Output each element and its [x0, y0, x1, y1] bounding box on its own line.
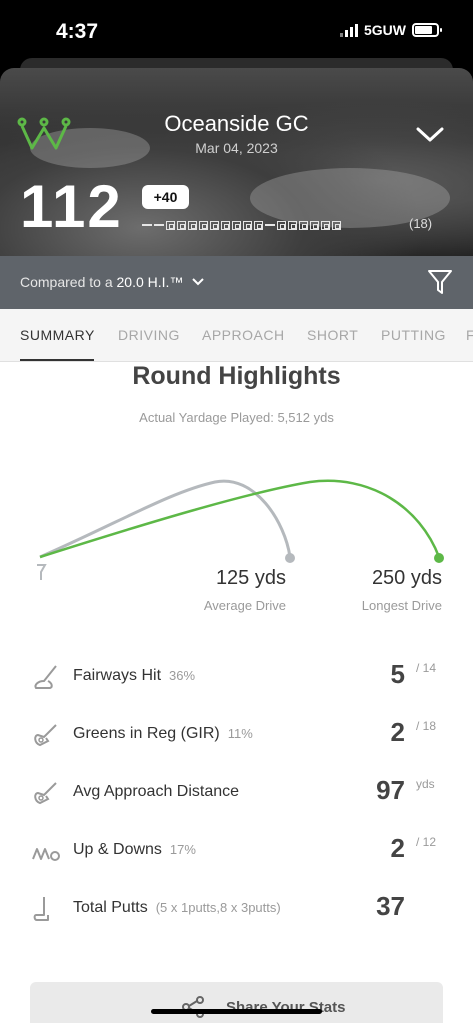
- compare-value: 20.0 H.I.™: [116, 274, 184, 290]
- share-icon: [182, 996, 204, 1018]
- stat-denominator: / 18: [416, 719, 437, 733]
- stat-row-approach[interactable]: Avg Approach Distance 97 yds: [0, 773, 473, 813]
- hole-mark: [332, 220, 341, 230]
- stat-label: Greens in Reg (GIR) 11%: [73, 725, 253, 743]
- stat-value: 5: [390, 659, 405, 689]
- hole-mark: [188, 220, 197, 230]
- stat-denominator: / 12: [416, 835, 437, 849]
- summary-panel: Round Highlights Actual Yardage Played: …: [0, 362, 473, 1023]
- iron-icon: [34, 724, 57, 747]
- to-par-badge: +40: [142, 185, 189, 209]
- hole-mark: [221, 220, 230, 230]
- longest-drive-marker: [434, 553, 444, 563]
- stat-label-text: Total Putts: [73, 899, 148, 916]
- stat-row-fairways[interactable]: Fairways Hit 36% 5 / 14: [0, 657, 473, 697]
- active-tab-indicator: [20, 359, 94, 361]
- compare-prefix: Compared to a: [20, 274, 113, 290]
- network-label: 5GUW: [364, 22, 406, 38]
- stat-denominator: yds: [416, 777, 435, 791]
- filter-icon[interactable]: [427, 268, 453, 296]
- stat-label: Total Putts (5 x 1putts,8 x 3putts): [73, 899, 281, 917]
- battery-icon: [412, 23, 442, 37]
- stat-denominator: / 14: [416, 661, 437, 675]
- hole-mark: [199, 220, 208, 230]
- hole-mark: [177, 220, 186, 230]
- longest-drive-label: Longest Drive: [361, 598, 442, 613]
- signal-icon: [340, 23, 358, 37]
- stat-value: 97: [376, 775, 405, 805]
- tab-putting[interactable]: PUTTING: [381, 327, 446, 343]
- yardage-played: Actual Yardage Played: 5,512 yds: [139, 410, 334, 425]
- hole-mark: [232, 220, 241, 230]
- stat-percent: 36%: [169, 668, 196, 683]
- hole-mark: [265, 224, 275, 226]
- share-stats-button[interactable]: Share Your Stats: [30, 982, 443, 1023]
- hole-mark: [310, 220, 319, 230]
- average-drive-label: Average Drive: [203, 598, 286, 613]
- tab-approach[interactable]: APPROACH: [202, 327, 285, 343]
- home-indicator[interactable]: [151, 1009, 322, 1014]
- hole-mark: [243, 220, 252, 230]
- putter-icon: [33, 897, 49, 921]
- hole-mark: [277, 220, 286, 230]
- stat-label-text: Fairways Hit: [73, 667, 162, 684]
- longest-drive-value: 250 yds: [371, 567, 442, 589]
- round-date: Mar 04, 2023: [195, 140, 278, 156]
- compare-selector[interactable]: Compared to a 20.0 H.I.™: [20, 274, 205, 290]
- stat-label-text: Up & Downs: [73, 841, 162, 858]
- status-time: 4:37: [56, 20, 99, 43]
- course-name: Oceanside GC: [164, 111, 309, 136]
- stat-row-gir[interactable]: Greens in Reg (GIR) 11% 2 / 18: [0, 715, 473, 755]
- stat-label-text: Avg Approach Distance: [73, 783, 240, 800]
- stat-label: Avg Approach Distance: [73, 783, 247, 801]
- stat-row-up-downs[interactable]: Up & Downs 17% 2 / 12: [0, 831, 473, 871]
- total-score: 112: [20, 173, 123, 240]
- hole-mark: [154, 224, 164, 226]
- holes-played: (18): [409, 216, 433, 231]
- status-bar: 4:37 5GUW: [0, 0, 473, 62]
- tab-driving[interactable]: DRIVING: [118, 327, 180, 343]
- compare-bar: Compared to a 20.0 H.I.™: [0, 256, 473, 309]
- stat-row-putts[interactable]: Total Putts (5 x 1putts,8 x 3putts) 37: [0, 889, 473, 929]
- chevron-down-icon: [192, 278, 205, 286]
- hole-mark: [142, 224, 152, 226]
- stat-label-text: Greens in Reg (GIR): [73, 725, 220, 742]
- tee-icon: [37, 564, 47, 580]
- longest-drive-arc: [39, 479, 441, 559]
- stat-percent: 17%: [169, 842, 196, 857]
- round-header: Oceanside GC Mar 04, 2023 112 +40 (18): [0, 68, 473, 256]
- hole-mark: [299, 220, 308, 230]
- hole-mark: [288, 220, 297, 230]
- stat-label: Fairways Hit 36%: [73, 667, 195, 685]
- average-drive-marker: [285, 553, 295, 563]
- tab-short[interactable]: SHORT: [307, 327, 358, 343]
- hole-mark: [210, 220, 219, 230]
- section-title: Round Highlights: [132, 362, 341, 390]
- hole-mark: [254, 220, 263, 230]
- tab-summary[interactable]: SUMMARY: [20, 327, 95, 343]
- stat-value: 2: [390, 833, 405, 863]
- driver-icon: [34, 665, 57, 689]
- tab-more[interactable]: F: [466, 327, 473, 343]
- hole-scorecard-strip: [142, 218, 341, 232]
- hole-mark: [321, 220, 330, 230]
- status-icons: 5GUW: [340, 22, 442, 38]
- stat-value: 37: [376, 891, 405, 921]
- stat-percent: 11%: [227, 726, 253, 741]
- chip-icon: [32, 848, 60, 861]
- hole-mark: [166, 220, 175, 230]
- chevron-down-icon[interactable]: [415, 124, 445, 144]
- stats-tabs: SUMMARY DRIVING APPROACH SHORT PUTTING F: [0, 309, 473, 362]
- iron-icon: [34, 782, 57, 805]
- stat-label: Up & Downs 17%: [73, 841, 196, 859]
- average-drive-value: 125 yds: [215, 567, 286, 589]
- stat-percent: (5 x 1putts,8 x 3putts): [155, 900, 281, 915]
- stat-value: 2: [390, 717, 405, 747]
